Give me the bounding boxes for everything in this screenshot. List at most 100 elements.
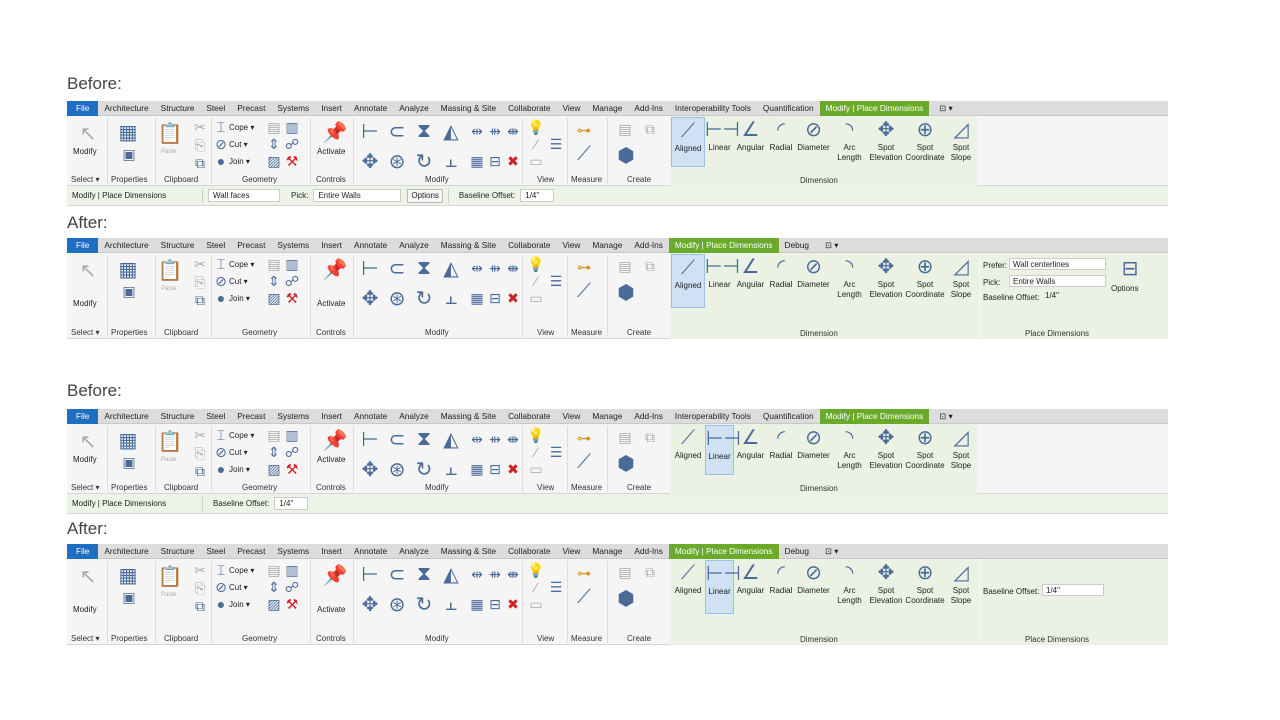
activate-button-label[interactable]: Activate	[317, 605, 345, 614]
offset-icon[interactable]: ⊂	[385, 120, 409, 143]
tab-precast[interactable]: Precast	[231, 409, 271, 424]
tab-annotate[interactable]: Annotate	[348, 238, 393, 253]
create-assembly-icon[interactable]: ▤	[615, 257, 635, 275]
paste-label[interactable]: Paste	[161, 149, 176, 155]
tab-systems[interactable]: Systems	[271, 238, 315, 253]
properties-icon[interactable]: ▦	[115, 563, 141, 587]
hammer-icon[interactable]: ⚒	[285, 461, 299, 477]
aligned-dimension-small-icon[interactable]: ⟋	[573, 280, 595, 302]
tab-view[interactable]: View	[557, 101, 587, 116]
tab-analyze[interactable]: Analyze	[393, 101, 435, 116]
select-dropdown[interactable]: Select ▾	[71, 483, 99, 492]
baseline-offset-field[interactable]: 1/4"	[520, 189, 555, 202]
properties-icon[interactable]: ▦	[115, 257, 141, 281]
split-icon[interactable]: ⇹	[469, 257, 485, 279]
linework-icon[interactable]: ⁄	[529, 444, 543, 460]
join-icon[interactable]: ●	[215, 153, 227, 169]
hammer-icon[interactable]: ⚒	[285, 596, 299, 612]
dimension-tool-diameter[interactable]: ⊘ Diameter	[795, 560, 832, 614]
dimension-tool-spot-slope[interactable]: ◿ Spot Slope	[945, 425, 977, 475]
offset-icon[interactable]: ⊂	[385, 257, 409, 280]
scale-icon[interactable]: ⊟	[487, 287, 503, 309]
copy-clipboard-icon[interactable]: ⎘	[193, 274, 207, 290]
activate-controls-icon[interactable]: 📌	[323, 563, 348, 587]
measure-icon[interactable]: ⊶	[573, 430, 595, 446]
mirror-draw-icon[interactable]: ◭	[439, 428, 463, 451]
activate-button-label[interactable]: Activate	[317, 147, 345, 156]
quick-access-dropdown[interactable]: ⊡ ▾	[815, 238, 848, 253]
split-face-icon[interactable]: ▤	[267, 427, 281, 443]
paste-icon[interactable]: 📋	[158, 428, 183, 454]
tab-massing-site[interactable]: Massing & Site	[435, 544, 502, 559]
unpin-icon[interactable]: ⇼	[505, 120, 521, 142]
rotate-icon[interactable]: ↻	[412, 593, 436, 616]
dimension-tool-linear[interactable]: ⊢⊣ Linear	[705, 425, 741, 475]
create-similar-icon[interactable]: ⧉	[641, 428, 659, 446]
cope-icon[interactable]: ⌶	[215, 256, 227, 272]
tab-modify-place-dimensions[interactable]: Modify | Place Dimensions	[819, 100, 930, 116]
dimension-tool-linear[interactable]: ⊢⊣ Linear	[705, 560, 741, 614]
hide-element-icon[interactable]: 💡	[527, 119, 544, 135]
match-properties-icon[interactable]: ⧉	[193, 463, 207, 479]
rotate-icon[interactable]: ↻	[412, 458, 436, 481]
beam-join-icon[interactable]: ▨	[267, 153, 281, 169]
match-properties-icon[interactable]: ⧉	[193, 155, 207, 171]
dimension-tool-angular[interactable]: ∠ Angular	[734, 254, 767, 308]
demolish-icon[interactable]: ☍	[285, 273, 299, 289]
move-icon[interactable]: ✥	[358, 150, 382, 173]
modify-button-label[interactable]: Modify	[73, 147, 97, 156]
copy-clipboard-icon[interactable]: ⎘	[193, 445, 207, 461]
options-button[interactable]: Options	[1111, 284, 1139, 293]
create-assembly-icon[interactable]: ▤	[615, 428, 635, 446]
options-icon[interactable]: ⊟	[1118, 257, 1142, 280]
mirror-icon[interactable]: ⧗	[412, 120, 436, 142]
tab-architecture[interactable]: Architecture	[98, 101, 154, 116]
copy-clipboard-icon[interactable]: ⎘	[193, 580, 207, 596]
split-face-icon[interactable]: ▤	[267, 256, 281, 272]
tab-file[interactable]: File	[67, 543, 99, 559]
dimension-tool-spot-coordinate[interactable]: ⊕ Spot Coordinate	[905, 254, 945, 308]
dimension-tool-diameter[interactable]: ⊘ Diameter	[795, 425, 832, 475]
override-icon[interactable]: ▭	[529, 596, 543, 612]
activate-controls-icon[interactable]: 📌	[323, 120, 348, 144]
split-face-icon[interactable]: ▤	[267, 562, 281, 578]
tab-structure[interactable]: Structure	[155, 238, 201, 253]
cope-icon[interactable]: ⌶	[215, 119, 227, 135]
match-properties-icon[interactable]: ⧉	[193, 598, 207, 614]
select-dropdown[interactable]: Select ▾	[71, 634, 99, 643]
measure-icon[interactable]: ⊶	[573, 259, 595, 275]
tab-steel[interactable]: Steel	[200, 238, 231, 253]
tab-analyze[interactable]: Analyze	[393, 238, 435, 253]
paste-label[interactable]: Paste	[161, 592, 176, 598]
offset-icon[interactable]: ⊂	[385, 428, 409, 451]
dimension-tool-arc-length[interactable]: ◝ Arc Length	[832, 425, 867, 475]
split-icon[interactable]: ⇹	[469, 428, 485, 450]
modify-button-label[interactable]: Modify	[73, 299, 97, 308]
linework-icon[interactable]: ⁄	[529, 579, 543, 595]
tab-structure[interactable]: Structure	[155, 544, 201, 559]
scale-icon[interactable]: ⊟	[487, 458, 503, 480]
create-parts-icon[interactable]: ⬢	[615, 144, 637, 167]
tab-file[interactable]: File	[67, 237, 99, 253]
join-icon[interactable]: ●	[215, 596, 227, 612]
paint-icon[interactable]: ▥	[285, 256, 299, 272]
create-assembly-icon[interactable]: ▤	[615, 120, 635, 138]
dimension-tool-angular[interactable]: ∠ Angular	[734, 117, 767, 167]
trim-icon[interactable]: ⫠	[439, 458, 463, 480]
split-icon[interactable]: ⇹	[469, 563, 485, 585]
create-parts-icon[interactable]: ⬢	[615, 587, 637, 610]
move-icon[interactable]: ✥	[358, 287, 382, 310]
match-properties-icon[interactable]: ⧉	[193, 292, 207, 308]
wall-joins-icon[interactable]: ⇕	[267, 444, 281, 460]
align-icon[interactable]: ⊢	[358, 257, 382, 280]
tab-steel[interactable]: Steel	[200, 101, 231, 116]
tab-analyze[interactable]: Analyze	[393, 409, 435, 424]
tab-systems[interactable]: Systems	[271, 101, 315, 116]
tab-annotate[interactable]: Annotate	[348, 409, 393, 424]
activate-controls-icon[interactable]: 📌	[323, 257, 348, 281]
scissors-icon[interactable]: ✂	[193, 427, 207, 443]
visibility-icon[interactable]: ☰	[549, 444, 563, 460]
tab-collaborate[interactable]: Collaborate	[502, 409, 556, 424]
dimension-tool-linear[interactable]: ⊢⊣ Linear	[705, 117, 740, 167]
demolish-icon[interactable]: ☍	[285, 579, 299, 595]
